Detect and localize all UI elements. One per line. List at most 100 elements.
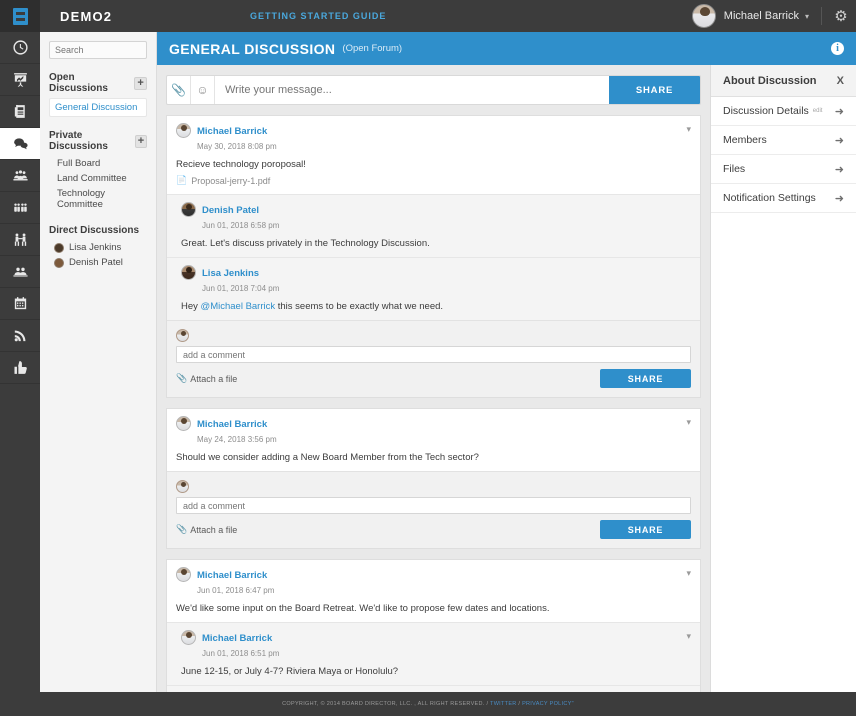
panel-row-discussion-details[interactable]: Discussion Details edit ➜ — [711, 97, 856, 126]
rail-item-clock-icon[interactable] — [0, 32, 40, 64]
sidebar-item-label: Denish Patel — [69, 257, 123, 268]
avatar — [176, 329, 189, 342]
smiley-icon[interactable]: ☺ — [191, 76, 215, 104]
thread: ▾ Michael Barrick May 24, 2018 3:56 pm S… — [166, 408, 701, 549]
panel-row-notification-settings[interactable]: Notification Settings ➜ — [711, 184, 856, 213]
post-author[interactable]: Lisa Jenkins — [202, 268, 259, 279]
post-header: Lisa Jenkins Jun 01, 2018 7:04 pm — [181, 265, 691, 295]
top-bar: DEMO2 GETTING STARTED GUIDE Michael Barr… — [0, 0, 856, 32]
rail-item-chat-bubbles-icon[interactable] — [0, 128, 40, 160]
post-attachment[interactable]: 📄 Proposal-jerry-1.pdf — [176, 175, 691, 186]
rail-item-board-group-icon[interactable] — [0, 160, 40, 192]
post-date: Jun 01, 2018 6:47 pm — [197, 586, 275, 595]
rail-item-people-row-icon[interactable] — [0, 192, 40, 224]
post-meta: Michael Barrick Jun 01, 2018 6:51 pm — [202, 630, 279, 660]
comment-input[interactable] — [176, 497, 691, 514]
attach-file-link[interactable]: 📎 Attach a file — [176, 373, 237, 384]
share-button[interactable]: SHARE — [600, 520, 691, 539]
chevron-down-icon[interactable]: ▾ — [686, 568, 691, 579]
post-reply: ▾ Michael Barrick Jun 01, 2018 6:51 pm J… — [167, 622, 700, 685]
sidebar-item-lisa-jenkins[interactable]: Lisa Jenkins — [49, 240, 147, 255]
twitter-link[interactable]: TWITTER — [490, 701, 517, 707]
chevron-down-icon[interactable]: ▾ — [686, 417, 691, 428]
sidebar-item-full-board[interactable]: Full Board — [49, 156, 147, 171]
panel-row-label: Discussion Details — [723, 105, 809, 117]
post-author[interactable]: Denish Patel — [202, 205, 259, 216]
rail-item-thumbs-up-icon[interactable] — [0, 352, 40, 384]
rail-item-presentation-icon[interactable] — [0, 64, 40, 96]
attachment-name: Proposal-jerry-1.pdf — [191, 175, 271, 186]
user-name: Michael Barrick — [723, 10, 799, 22]
sidebar-item-technology-committee[interactable]: Technology Committee — [49, 186, 147, 212]
footer-separator: / — [518, 701, 521, 707]
info-icon[interactable]: i — [831, 42, 844, 55]
comment-box-footer: 📎 Attach a file SHARE — [176, 520, 691, 539]
rail-item-people-pair-icon[interactable] — [0, 224, 40, 256]
edit-label[interactable]: edit — [813, 108, 823, 114]
sidebar-section-direct-discussions: Direct Discussions Lisa Jenkins Denish P… — [49, 225, 147, 270]
app-logo-icon — [12, 7, 28, 25]
rail-item-rss-feed-icon[interactable] — [0, 320, 40, 352]
comment-input[interactable] — [176, 346, 691, 363]
post-author[interactable]: Michael Barrick — [197, 419, 267, 430]
attach-file-label: Attach a file — [190, 373, 238, 384]
user-menu[interactable]: Michael Barrick ▾ ⚙ — [691, 4, 856, 28]
attach-file-label: Attach a file — [190, 524, 238, 535]
post-body: Should we consider adding a New Board Me… — [176, 452, 479, 463]
chevron-down-icon[interactable]: ▾ — [686, 631, 691, 642]
sidebar-section-header: Direct Discussions — [49, 225, 147, 236]
post-author[interactable]: Michael Barrick — [197, 126, 267, 137]
comment-box-footer: 📎 Attach a file SHARE — [176, 369, 691, 388]
getting-started-guide-link[interactable]: GETTING STARTED GUIDE — [205, 11, 692, 21]
post-meta: Denish Patel Jun 01, 2018 6:58 pm — [202, 202, 279, 232]
add-open-discussion-button[interactable]: + — [134, 76, 147, 90]
mention-link[interactable]: @Michael Barrick — [201, 301, 276, 312]
paperclip-icon[interactable]: 📎 — [167, 76, 191, 104]
sidebar-section-title: Direct Discussions — [49, 225, 140, 236]
close-icon[interactable]: X — [837, 75, 844, 87]
post-root: ▾ Michael Barrick May 30, 2018 8:08 pm R… — [167, 116, 700, 194]
panel-header: About Discussion X — [711, 65, 856, 97]
share-button[interactable]: SHARE — [609, 76, 700, 104]
search-input[interactable] — [49, 41, 147, 59]
brand-title: DEMO2 — [60, 8, 113, 24]
post-author[interactable]: Michael Barrick — [202, 633, 272, 644]
message-input[interactable] — [215, 76, 609, 104]
panel-row-label: Files — [723, 163, 746, 175]
sidebar-section-header: Open Discussions + — [49, 72, 147, 94]
rail-item-calendar-icon[interactable] — [0, 288, 40, 320]
rail-item-two-people-icon[interactable] — [0, 256, 40, 288]
chevron-down-icon: ▾ — [804, 11, 809, 21]
thread: ▾ Michael Barrick Jun 01, 2018 6:47 pm W… — [166, 559, 701, 692]
arrow-right-icon: ➜ — [834, 163, 844, 176]
rail-item-news-document-icon[interactable] — [0, 96, 40, 128]
panel-row-members[interactable]: Members ➜ — [711, 126, 856, 155]
post-header: Michael Barrick Jun 01, 2018 6:51 pm — [181, 630, 691, 660]
avatar — [176, 123, 191, 138]
panel-row-files[interactable]: Files ➜ — [711, 155, 856, 184]
app-logo[interactable] — [0, 0, 40, 32]
avatar — [181, 265, 196, 280]
attach-file-link[interactable]: 📎 Attach a file — [176, 524, 237, 535]
sidebar-item-denish-patel[interactable]: Denish Patel — [49, 255, 147, 270]
post-header: Michael Barrick Jun 01, 2018 6:47 pm — [176, 567, 691, 597]
sidebar-item-general-discussion[interactable]: General Discussion — [49, 98, 147, 117]
add-private-discussion-button[interactable]: + — [135, 134, 147, 148]
icon-rail — [0, 32, 40, 716]
privacy-policy-link[interactable]: PRIVACY POLICY" — [522, 701, 574, 707]
message-composer: 📎 ☺ SHARE — [166, 75, 701, 105]
sidebar-section-title: Open Discussions — [49, 72, 108, 94]
avatar — [54, 257, 64, 268]
panel-row-label: Members — [723, 134, 767, 146]
comment-box: 📎 Attach a file SHARE — [167, 320, 700, 397]
discussions-sidebar: Open Discussions + General Discussion Pr… — [40, 32, 157, 692]
chevron-down-icon[interactable]: ▾ — [686, 124, 691, 135]
post-meta: Michael Barrick May 30, 2018 8:08 pm — [197, 123, 277, 153]
share-button[interactable]: SHARE — [600, 369, 691, 388]
footer: COPYRIGHT, © 2014 BOARD DIRECTOR, LLC. ,… — [0, 692, 856, 716]
sidebar-item-land-committee[interactable]: Land Committee — [49, 171, 147, 186]
gear-icon[interactable]: ⚙ — [834, 9, 848, 24]
thread: ▾ Michael Barrick May 30, 2018 8:08 pm R… — [166, 115, 701, 398]
about-discussion-panel: About Discussion X Discussion Details ed… — [710, 65, 856, 692]
post-author[interactable]: Michael Barrick — [197, 570, 267, 581]
